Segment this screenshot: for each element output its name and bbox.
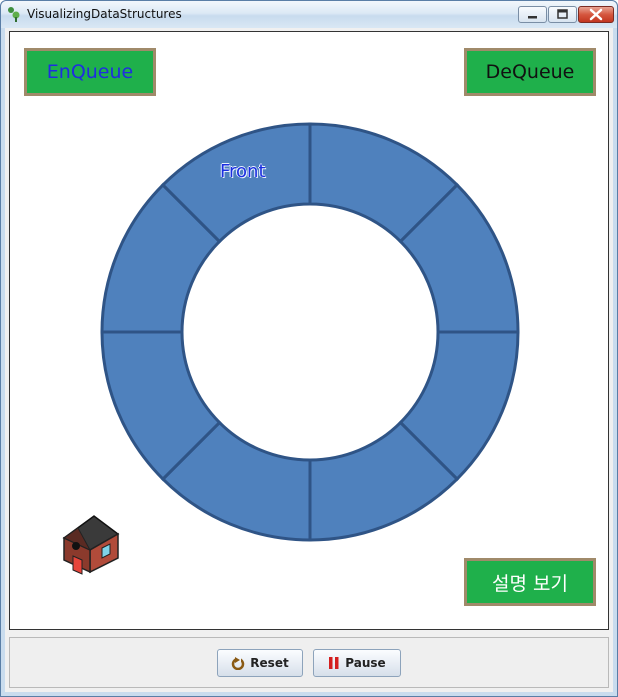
reset-button[interactable]: Reset — [217, 649, 303, 677]
house-icon[interactable] — [54, 512, 124, 576]
queue-canvas: EnQueue DeQueue Front 설명 보기 — [9, 31, 609, 630]
app-window: VisualizingDataStructures EnQueue DeQueu… — [0, 0, 618, 697]
pause-label: Pause — [345, 656, 386, 670]
app-icon — [8, 7, 20, 22]
circular-queue-ring — [100, 122, 520, 542]
maximize-button[interactable] — [548, 6, 577, 23]
close-icon — [589, 8, 603, 21]
client-area: EnQueue DeQueue Front 설명 보기 Reset Pause — [5, 28, 613, 692]
enqueue-button[interactable]: EnQueue — [24, 48, 156, 96]
explain-button[interactable]: 설명 보기 — [464, 558, 596, 606]
window-title: VisualizingDataStructures — [27, 7, 182, 21]
front-pointer-label: Front — [220, 161, 266, 182]
minimize-button[interactable] — [518, 6, 547, 23]
control-panel: Reset Pause — [9, 637, 609, 688]
reset-icon — [232, 656, 245, 670]
close-button[interactable] — [578, 6, 614, 23]
dequeue-button[interactable]: DeQueue — [464, 48, 596, 96]
pause-icon — [329, 657, 339, 669]
minimize-icon — [528, 16, 537, 19]
pause-button[interactable]: Pause — [313, 649, 401, 677]
maximize-icon — [557, 9, 568, 19]
title-bar[interactable]: VisualizingDataStructures — [1, 1, 617, 28]
reset-label: Reset — [250, 656, 289, 670]
